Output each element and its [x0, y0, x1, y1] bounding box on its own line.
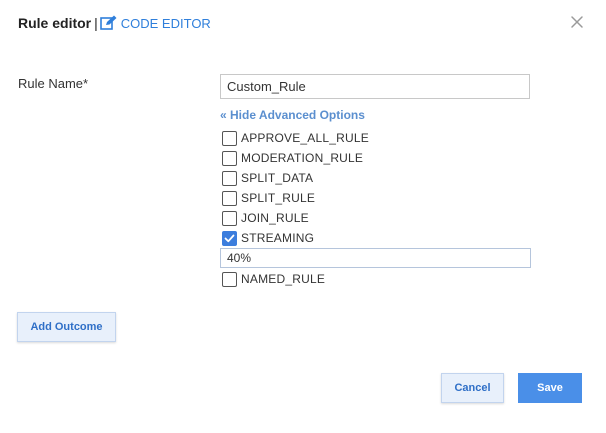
- rule-name-input[interactable]: [220, 74, 530, 99]
- option-label: MODERATION_RULE: [241, 151, 364, 165]
- code-editor-link[interactable]: CODE EDITOR: [99, 15, 211, 31]
- checkbox[interactable]: [222, 210, 237, 226]
- edit-icon: [99, 15, 117, 30]
- option-label: SPLIT_RULE: [241, 191, 316, 205]
- cancel-button[interactable]: Cancel: [441, 373, 504, 403]
- title-separator: |: [94, 15, 98, 31]
- close-icon[interactable]: [569, 14, 585, 30]
- add-outcome-button[interactable]: Add Outcome: [17, 312, 116, 342]
- rule-editor-dialog: Rule editor | CODE EDITOR Rule Name* « H…: [0, 0, 606, 433]
- rule-name-label: Rule Name*: [18, 76, 89, 91]
- advanced-options-list: APPROVE_ALL_RULE MODERATION_RULE SPLIT_D…: [220, 128, 532, 289]
- option-split-data[interactable]: SPLIT_DATA: [220, 168, 532, 188]
- option-moderation-rule[interactable]: MODERATION_RULE: [220, 148, 532, 168]
- option-label: APPROVE_ALL_RULE: [241, 131, 369, 145]
- dialog-header: Rule editor | CODE EDITOR: [18, 13, 211, 33]
- code-editor-label: CODE EDITOR: [120, 15, 211, 31]
- option-label: STREAMING: [241, 231, 315, 245]
- checkbox[interactable]: [222, 170, 237, 186]
- checkbox[interactable]: [222, 150, 237, 166]
- option-label: JOIN_RULE: [241, 211, 309, 225]
- dialog-title: Rule editor: [18, 15, 92, 31]
- option-label: SPLIT_DATA: [241, 171, 314, 185]
- checkbox-checked[interactable]: [222, 230, 237, 246]
- option-label: NAMED_RULE: [241, 272, 326, 286]
- save-button[interactable]: Save: [518, 373, 582, 403]
- checkmark-icon: [224, 234, 235, 242]
- checkbox[interactable]: [222, 271, 237, 287]
- option-join-rule[interactable]: JOIN_RULE: [220, 208, 532, 228]
- hide-advanced-options-link[interactable]: « Hide Advanced Options: [220, 108, 365, 122]
- option-streaming[interactable]: STREAMING: [220, 228, 532, 248]
- checkbox[interactable]: [222, 130, 237, 146]
- option-named-rule[interactable]: NAMED_RULE: [220, 269, 532, 289]
- checkbox[interactable]: [222, 190, 237, 206]
- option-approve-all-rule[interactable]: APPROVE_ALL_RULE: [220, 128, 532, 148]
- streaming-percent-input[interactable]: [220, 248, 531, 268]
- option-split-rule[interactable]: SPLIT_RULE: [220, 188, 532, 208]
